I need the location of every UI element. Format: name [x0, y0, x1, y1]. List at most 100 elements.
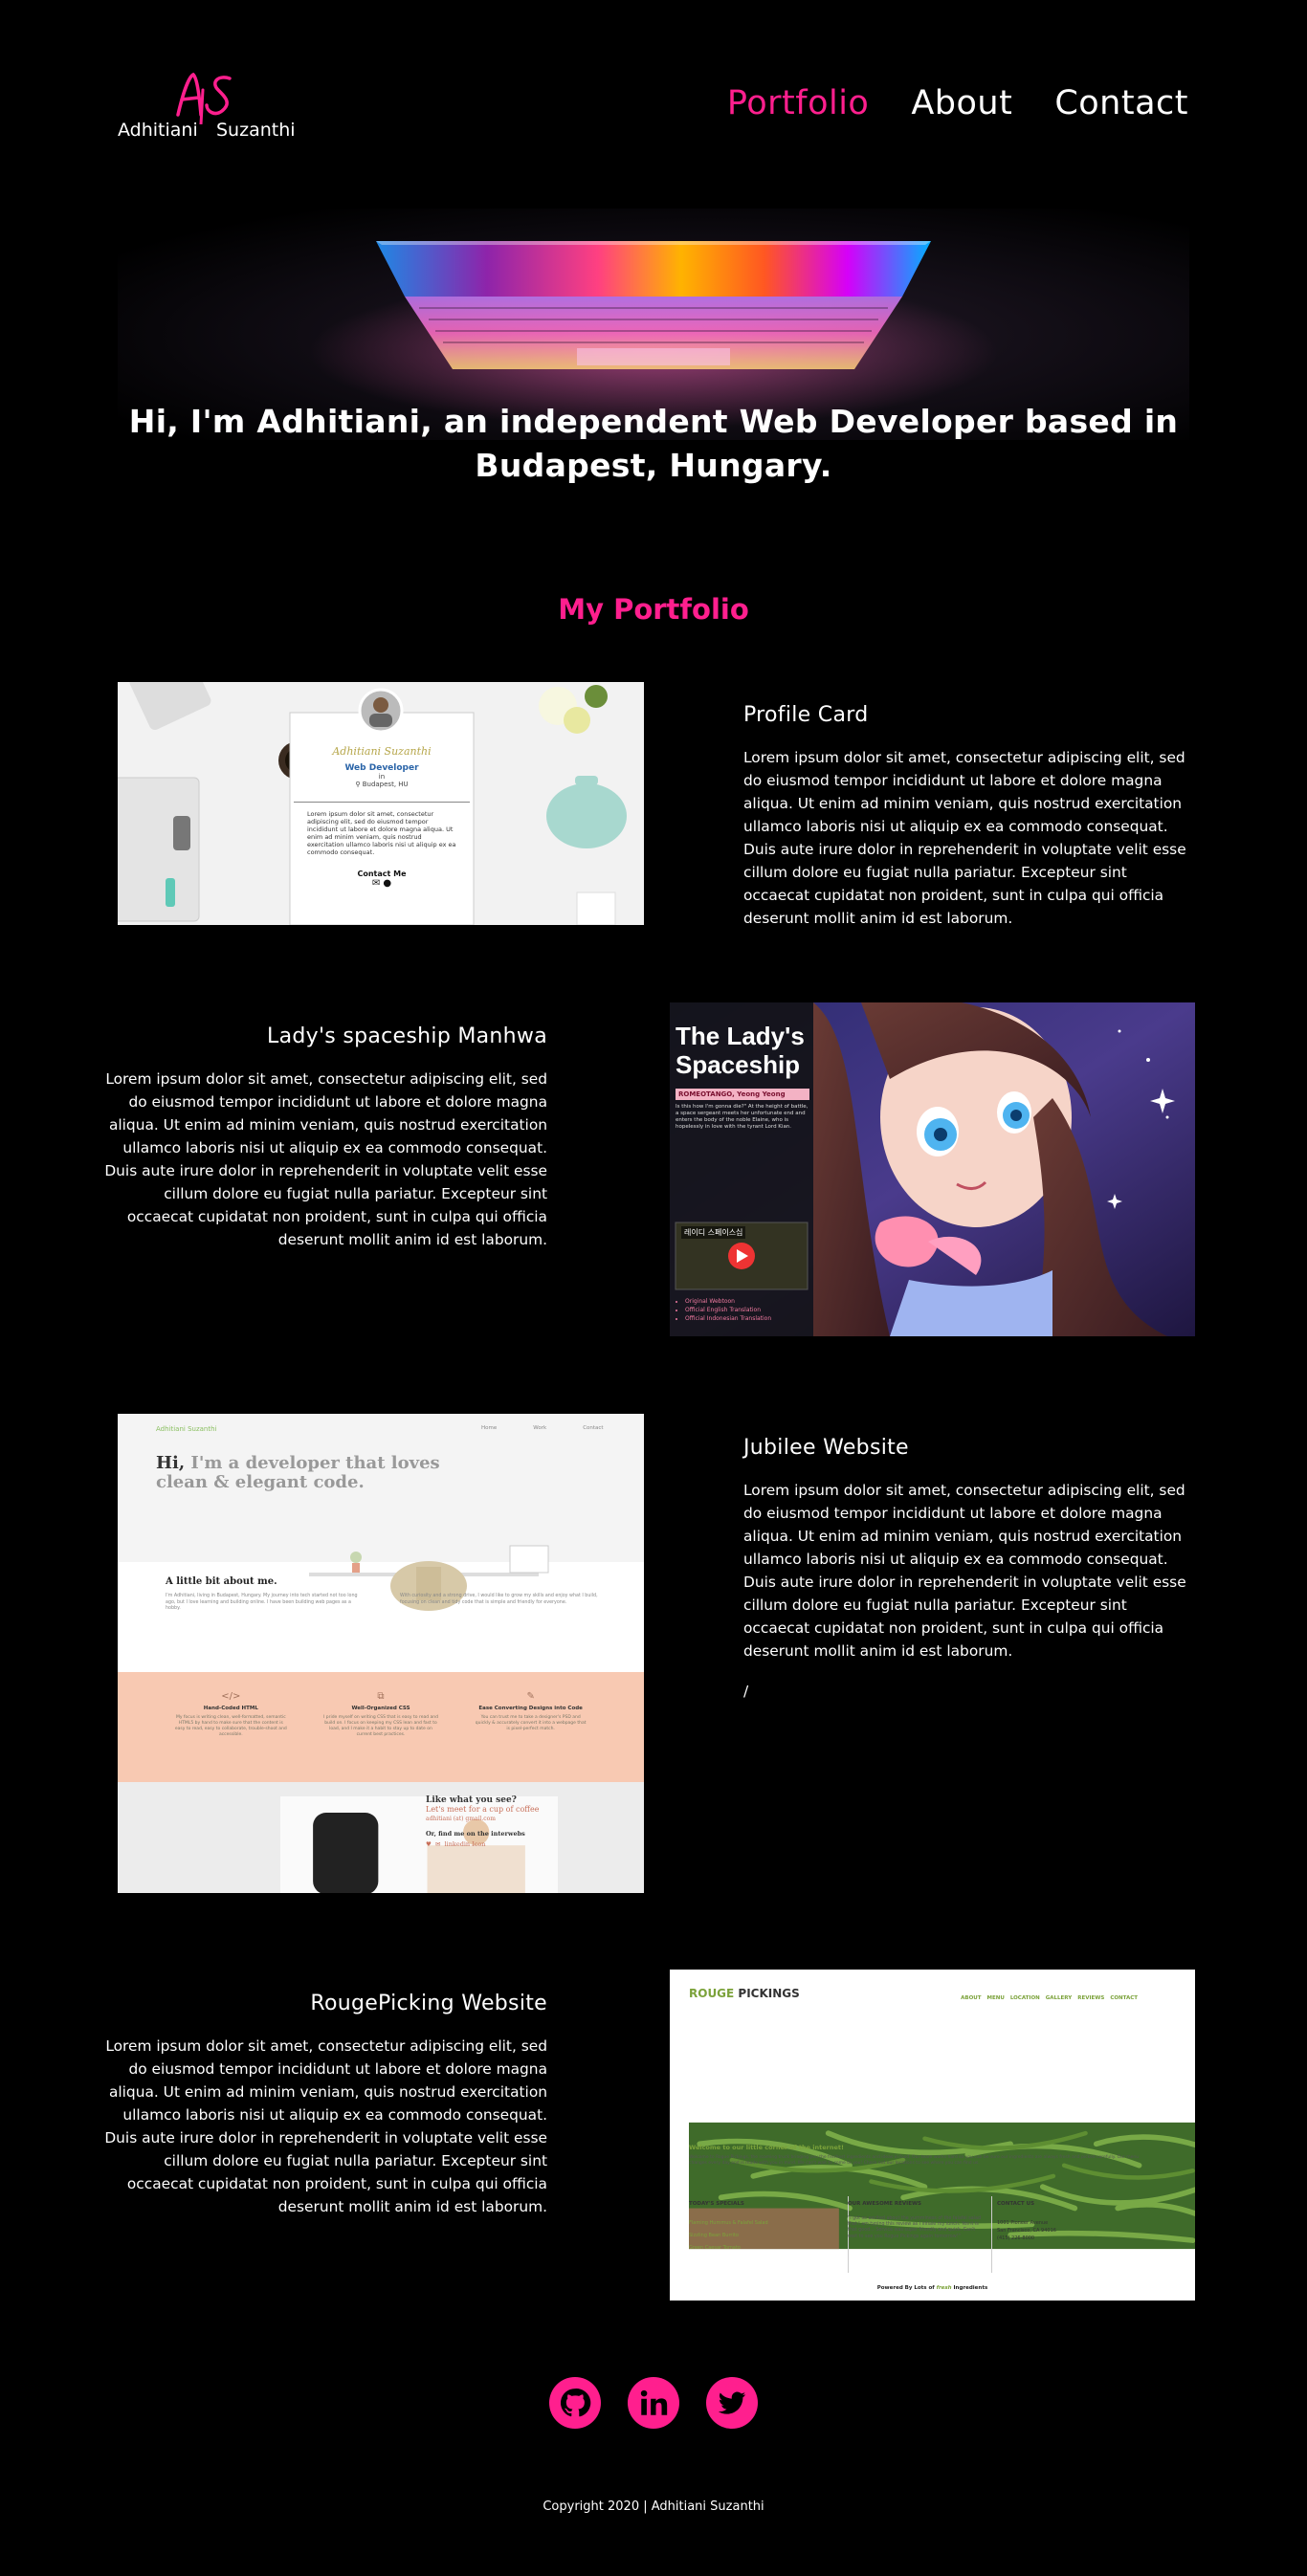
rouge-address1: 1001 Pioneer Avenue [997, 2220, 1049, 2226]
twitter-link[interactable] [706, 2377, 758, 2429]
project-title[interactable]: Lady's spaceship Manhwa [96, 1024, 547, 1048]
hero-headline: Hi, I'm Adhitiani, an independent Web De… [128, 403, 1179, 484]
rouge-menu-item[interactable]: CONTACT [1110, 1995, 1138, 2001]
card-contact: Contact Me [357, 870, 407, 878]
manhwa-blurb: Is this how I'm gonna die?" At the heigh… [676, 1104, 809, 1130]
jubilee-features: </> Hand-Coded HTML My focus is writing … [118, 1672, 644, 1782]
project-description: Lorem ipsum dolor sit amet, consectetur … [104, 1070, 547, 1248]
feature-title: Ease Converting Designs into Code [478, 1706, 583, 1711]
project-description: Lorem ipsum dolor sit amet, consectetur … [743, 749, 1186, 927]
portfolio-title: My Portfolio [558, 593, 749, 626]
project-image-jubilee[interactable]: Adhitiani Suzanthi Home Work Contact Hi,… [118, 1414, 644, 1893]
jubilee-contact-sub: Let's meet for a cup of coffee [426, 1805, 540, 1814]
jubilee-linkedin[interactable]: linkedin Icon [445, 1840, 486, 1848]
rouge-welcome: Welcome to our little corner of the inte… [689, 2144, 844, 2151]
jubilee-contact-title: Like what you see? [426, 1795, 517, 1805]
feature-title: Hand-Coded HTML [203, 1706, 258, 1711]
manhwa-link[interactable]: Official Indonesian Translation [685, 1314, 771, 1323]
nav-link-portfolio[interactable]: Portfolio [727, 84, 869, 122]
logo-first-name: Adhitiani [118, 120, 198, 141]
rouge-special: Flaming Hummus & Falafel Salad [689, 2220, 768, 2226]
main-nav: Portfolio About Contact [727, 84, 1188, 122]
rouge-contact-title: CONTACT US [997, 2201, 1035, 2207]
project-description: Lorem ipsum dolor sit amet, consectetur … [743, 1482, 1186, 1660]
rouge-address2: San Francisco, CA 94016 [997, 2228, 1056, 2234]
project-image-ladys-spaceship[interactable]: The Lady's Spaceship ROMEOTANGO, Yeong Y… [670, 1002, 1195, 1336]
twitter-icon [718, 2391, 746, 2414]
logo-last-name: Suzanthi [216, 120, 296, 141]
github-link[interactable] [549, 2377, 601, 2429]
pencil-icon: ✎ [526, 1691, 535, 1702]
jubilee-brand[interactable]: Adhitiani Suzanthi [156, 1425, 216, 1433]
card-in: in [378, 773, 386, 781]
card-location: Budapest, HU [362, 781, 409, 788]
jubilee-menu-item[interactable]: Home [481, 1425, 497, 1431]
project-image-profile-card[interactable]: Adhitiani Suzanthi Web Developer in ⚲ Bu… [118, 682, 644, 925]
rouge-footer-a: Powered By Lots of [876, 2285, 935, 2291]
rouge-reviews-title: OUR AWESOME REVIEWS [848, 2201, 921, 2207]
github-small-icon: ● [383, 878, 392, 889]
project-info-rougepicking: RougePicking Website Lorem ipsum dolor s… [96, 1992, 547, 2218]
coffee-meeting-image [280, 1796, 558, 1893]
manhwa-video-caption: 레이디 스페이스십 [681, 1226, 746, 1239]
jubilee-about-title: A little bit about me. [166, 1576, 277, 1587]
card-divider [294, 802, 470, 803]
jubilee-about-left: I'm Adhitiani, living in Budapest, Hunga… [166, 1594, 358, 1611]
jubilee-menu-item[interactable]: Work [533, 1425, 546, 1431]
card-role: Web Developer [344, 763, 419, 773]
nav-link-about[interactable]: About [911, 84, 1012, 122]
card-body: Lorem ipsum dolor sit amet, consectetur … [307, 810, 456, 856]
rouge-menu-item[interactable]: REVIEWS [1077, 1995, 1104, 2001]
location-pin-icon: ⚲ [355, 781, 361, 788]
manhwa-author: ROMEOTANGO, Yeong Yeong [676, 1089, 809, 1100]
project-info-jubilee: Jubilee Website Lorem ipsum dolor sit am… [743, 1436, 1195, 1703]
css-icon: ⧉ [377, 1691, 385, 1702]
logo-monogram-icon [176, 72, 232, 124]
rouge-intro: Welcome to Rogue Pickings, the roaming t… [689, 2155, 1140, 2166]
github-icon [560, 2389, 591, 2417]
manhwa-link[interactable]: Official English Translation [685, 1306, 771, 1314]
manhwa-links: Original Webtoon Official English Transl… [685, 1297, 771, 1323]
project-info-ladys-spaceship: Lady's spaceship Manhwa Lorem ipsum dolo… [96, 1024, 547, 1251]
rouge-review: "I got so excited about the yumminess of… [848, 2216, 982, 2239]
manhwa-link[interactable]: Original Webtoon [685, 1297, 771, 1306]
desk-image [309, 1545, 549, 1611]
jubilee-contact-email[interactable]: adhitiani (at) gmail.com [426, 1816, 539, 1822]
feature-text: You can trust me to take a designer's PS… [475, 1715, 587, 1731]
rouge-menu-item[interactable]: MENU [987, 1995, 1005, 2001]
card-name: Adhitiani Suzanthi [332, 745, 432, 758]
social-links [0, 2377, 1307, 2429]
twitter-small-icon[interactable]: ♥ [426, 1840, 432, 1848]
column-divider [991, 2196, 992, 2273]
project-title[interactable]: Jubilee Website [743, 1436, 1195, 1460]
project-info-profile-card: Profile Card Lorem ipsum dolor sit amet,… [743, 703, 1195, 930]
rouge-menu-item[interactable]: GALLERY [1046, 1995, 1072, 2001]
jubilee-hero-hi: Hi, [156, 1453, 186, 1473]
project-title[interactable]: Profile Card [743, 703, 1195, 727]
linkedin-icon [640, 2389, 668, 2415]
feature-text: I pride myself on writing CSS that is ea… [322, 1715, 438, 1737]
rouge-logo-a: ROUGE [689, 1987, 735, 2000]
jubilee-hero-line2: clean & elegant code. [156, 1472, 365, 1492]
jubilee-hero-line1: I'm a developer that loves [190, 1453, 440, 1473]
manhwa-heading-line2: Spaceship [676, 1050, 801, 1079]
rouge-logo-b: PICKINGS [738, 1987, 800, 2000]
jubilee-menu-item[interactable]: Contact [583, 1425, 603, 1431]
project-image-rougepicking[interactable]: ROUGE PICKINGS ABOUT MENU LOCATION GALLE… [670, 1970, 1195, 2301]
rouge-menu: ABOUT MENU LOCATION GALLERY REVIEWS CONT… [961, 1995, 1138, 2001]
rouge-menu-item[interactable]: LOCATION [1010, 1995, 1040, 2001]
rouge-special: Sizzling Bean Burrito [689, 2233, 739, 2238]
project-extra: / [743, 1683, 749, 1700]
feature-title: Well-Organized CSS [351, 1706, 410, 1711]
linkedin-link[interactable] [628, 2377, 679, 2429]
mail-small-icon[interactable]: ✉ [435, 1840, 440, 1848]
nav-link-contact[interactable]: Contact [1054, 84, 1188, 122]
rouge-menu-item[interactable]: ABOUT [961, 1995, 981, 2001]
jubilee-contact-find: Or, find me on the interwebs [426, 1830, 525, 1838]
rouge-footer: Powered By Lots of fresh Ingredients [670, 2285, 1195, 2291]
code-icon: </> [221, 1691, 241, 1702]
rouge-phone: (415) 226-8000 [997, 2235, 1035, 2241]
project-title[interactable]: RougePicking Website [96, 1992, 547, 2015]
brand-logo[interactable]: Adhitiani Suzanthi [118, 71, 296, 147]
feature-text: My focus is writing clean, well-formatte… [174, 1715, 287, 1737]
